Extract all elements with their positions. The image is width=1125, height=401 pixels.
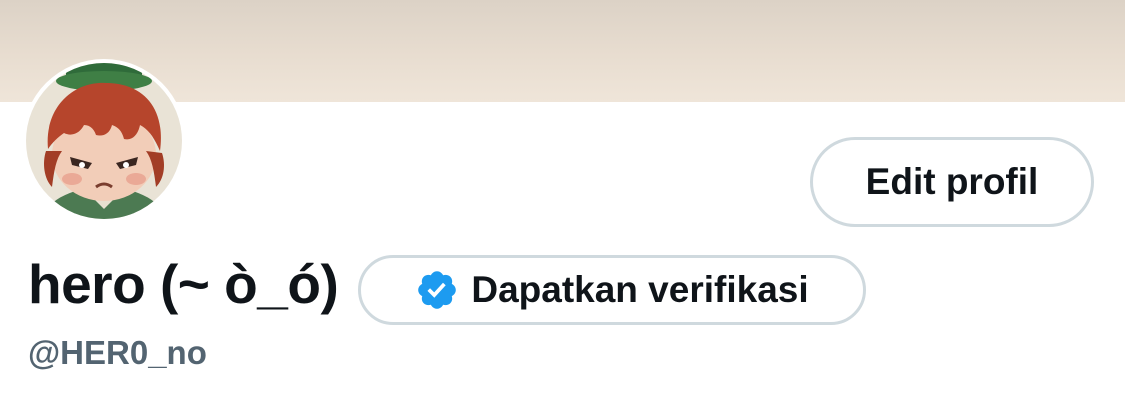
display-name: hero (~ ò_ó) <box>28 253 339 315</box>
profile-avatar[interactable] <box>22 59 186 223</box>
verified-badge-icon <box>418 271 457 309</box>
edit-profile-button[interactable]: Edit profil <box>810 137 1094 227</box>
get-verified-button[interactable]: Dapatkan verifikasi <box>358 255 866 325</box>
edit-profile-label: Edit profil <box>865 161 1039 202</box>
user-handle: @HER0_no <box>28 334 207 371</box>
get-verified-label: Dapatkan verifikasi <box>471 269 809 310</box>
avatar-image <box>26 63 182 219</box>
